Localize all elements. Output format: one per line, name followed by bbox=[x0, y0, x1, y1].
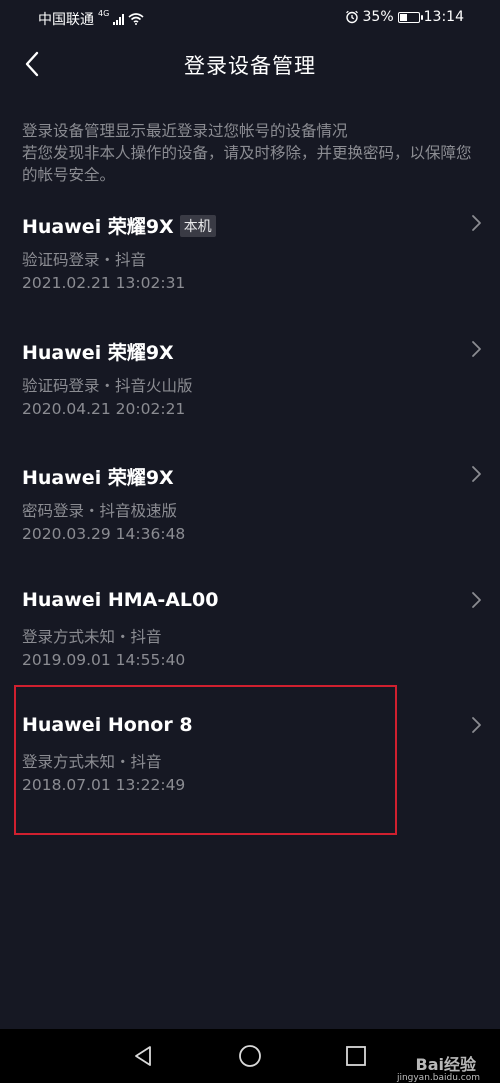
device-item[interactable]: Huawei 荣耀9X 密码登录・抖音极速版 2020.03.29 14:36:… bbox=[0, 451, 500, 577]
circle-home-icon bbox=[239, 1045, 261, 1067]
battery-icon bbox=[397, 11, 423, 23]
device-name: Huawei 荣耀9X bbox=[22, 216, 174, 238]
chevron-right-icon bbox=[472, 466, 481, 482]
current-device-badge: 本机 bbox=[179, 214, 216, 237]
device-item[interactable]: Huawei 荣耀9X 本机 验证码登录・抖音 2021.02.21 13:02… bbox=[0, 200, 500, 326]
login-method: 密码登录・抖音极速版 bbox=[22, 502, 178, 520]
status-right: 35% 13:14 bbox=[345, 9, 464, 25]
login-time: 2021.02.21 13:02:31 bbox=[22, 274, 186, 292]
network-type-label: 4G bbox=[98, 8, 110, 18]
login-method: 验证码登录・抖音火山版 bbox=[22, 376, 193, 395]
wifi-icon bbox=[128, 13, 144, 25]
device-list: Huawei 荣耀9X 本机 验证码登录・抖音 2021.02.21 13:02… bbox=[0, 200, 500, 828]
device-item[interactable]: Huawei Honor 8 登录方式未知・抖音 2018.07.01 13:2… bbox=[0, 702, 500, 828]
device-item[interactable]: Huawei 荣耀9X 验证码登录・抖音火山版 2020.04.21 20:02… bbox=[0, 326, 500, 452]
watermark-url: jingyan.baidu.com bbox=[396, 1073, 480, 1083]
login-method: 登录方式未知・抖音 bbox=[22, 627, 162, 646]
device-name: Huawei 荣耀9X bbox=[22, 467, 174, 489]
home-nav-button[interactable] bbox=[238, 1044, 262, 1068]
device-name: Huawei 荣耀9X bbox=[22, 341, 174, 364]
chevron-right-icon bbox=[472, 340, 481, 357]
chevron-right-icon bbox=[472, 215, 481, 231]
login-time: 2020.04.21 20:02:21 bbox=[22, 399, 186, 418]
device-name-row: Huawei Honor 8 bbox=[22, 714, 193, 736]
device-item[interactable]: Huawei HMA-AL00 登录方式未知・抖音 2019.09.01 14:… bbox=[0, 577, 500, 703]
device-name-row: Huawei HMA-AL00 bbox=[22, 589, 218, 611]
status-left: 中国联通 4G bbox=[38, 9, 144, 29]
login-time: 2019.09.01 14:55:40 bbox=[22, 650, 186, 669]
page-title: 登录设备管理 bbox=[184, 54, 316, 78]
back-nav-button[interactable] bbox=[131, 1044, 155, 1068]
alarm-icon bbox=[345, 10, 358, 24]
device-name: Huawei HMA-AL00 bbox=[22, 588, 219, 611]
system-nav-bar: Bai经验 jingyan.baidu.com bbox=[0, 1029, 500, 1083]
watermark-logo: Bai经验 bbox=[415, 1055, 476, 1074]
login-time: 2020.03.29 14:36:48 bbox=[22, 525, 186, 543]
signal-icon bbox=[113, 13, 125, 25]
chevron-right-icon bbox=[472, 591, 481, 608]
login-method: 登录方式未知・抖音 bbox=[22, 753, 162, 771]
login-time: 2018.07.01 13:22:49 bbox=[22, 776, 186, 794]
battery-percent: 35% bbox=[362, 9, 394, 25]
battery-fill bbox=[399, 13, 407, 21]
triangle-back-icon bbox=[135, 1046, 151, 1066]
chevron-right-icon bbox=[472, 717, 481, 733]
device-name-row: Huawei 荣耀9X bbox=[22, 463, 174, 490]
device-name: Huawei Honor 8 bbox=[22, 714, 193, 736]
login-method: 验证码登录・抖音 bbox=[22, 251, 147, 269]
status-bar: 中国联通 4G 35% 13:14 bbox=[0, 0, 500, 36]
description-line-2: 若您发现非本人操作的设备，请及时移除，并更换密码，以保障您的帐号安全。 bbox=[22, 144, 472, 184]
carrier-label: 中国联通 bbox=[38, 12, 94, 28]
description-line-1: 登录设备管理显示最近登录过您帐号的设备情况 bbox=[22, 122, 348, 140]
clock: 13:14 bbox=[423, 9, 464, 25]
recents-nav-button[interactable] bbox=[344, 1044, 368, 1068]
device-name-row: Huawei 荣耀9X 本机 bbox=[22, 212, 216, 239]
square-recents-icon bbox=[346, 1046, 366, 1066]
header: 登录设备管理 bbox=[0, 36, 500, 92]
description: 登录设备管理显示最近登录过您帐号的设备情况 若您发现非本人操作的设备，请及时移除… bbox=[22, 120, 472, 186]
device-name-row: Huawei 荣耀9X bbox=[22, 338, 174, 365]
